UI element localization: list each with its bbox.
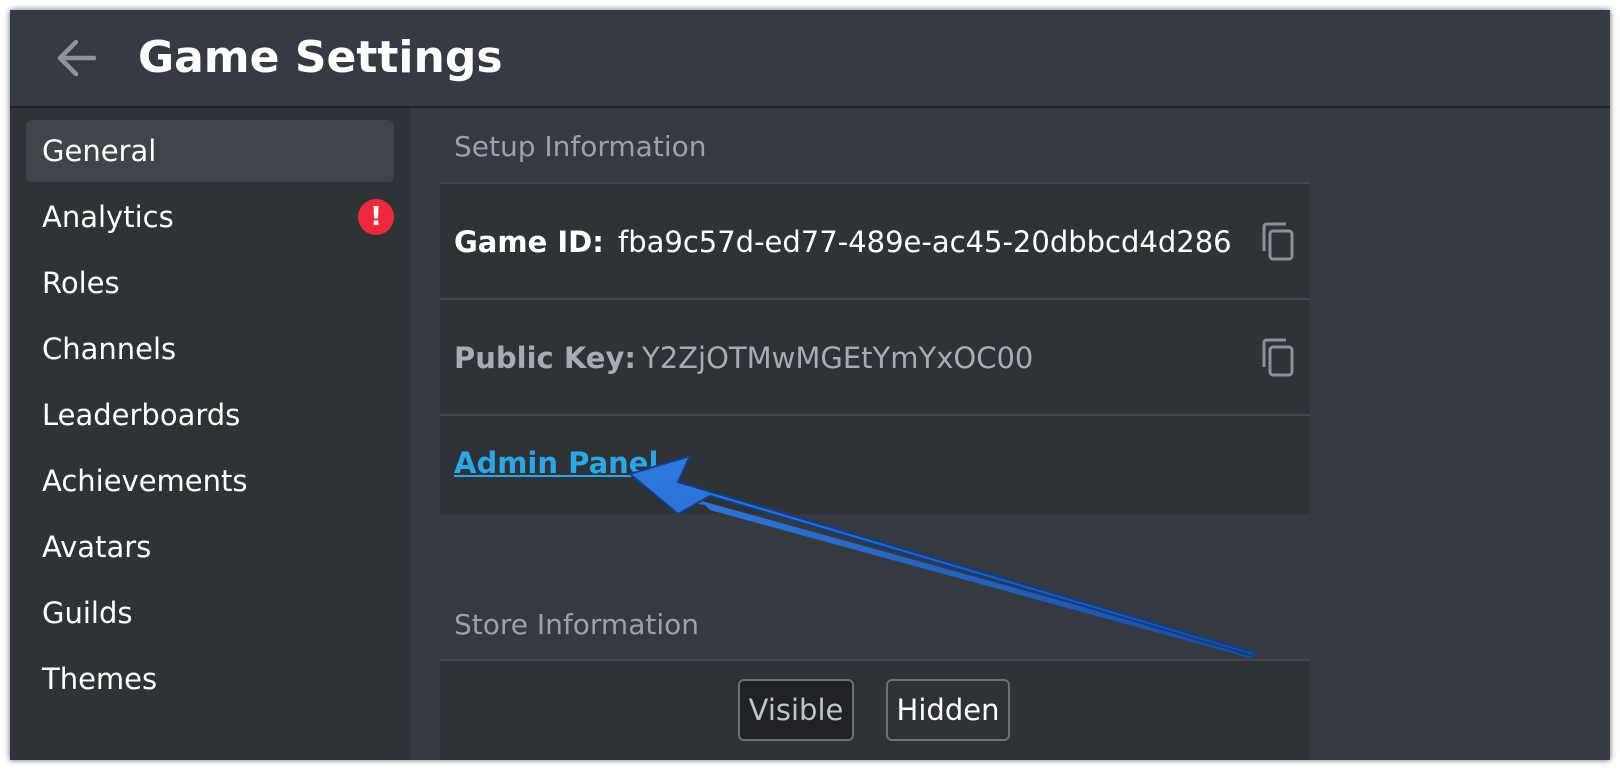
copy-public-key-button[interactable]: [1258, 337, 1298, 379]
page-title: Game Settings: [138, 32, 503, 83]
settings-content: Setup Information Game ID: fba9c57d-ed77…: [410, 108, 1610, 760]
setup-section-title: Setup Information: [454, 130, 707, 163]
sidebar-item-label: Avatars: [42, 530, 152, 564]
back-button[interactable]: [50, 32, 102, 84]
game-id-value: fba9c57d-ed77-489e-ac45-20dbbcd4d286: [618, 225, 1232, 259]
sidebar-item-label: Themes: [42, 662, 158, 696]
game-id-row: Game ID: fba9c57d-ed77-489e-ac45-20dbbcd…: [440, 184, 1310, 298]
sidebar-item-label: Channels: [42, 332, 177, 366]
public-key-label: Public Key:: [454, 341, 636, 375]
alert-badge-text: !: [370, 202, 382, 232]
sidebar-item-label: Roles: [42, 266, 120, 300]
admin-panel-link[interactable]: Admin Panel: [454, 446, 658, 480]
store-section-title: Store Information: [454, 608, 699, 641]
sidebar-item-achievements[interactable]: Achievements: [26, 450, 394, 512]
sidebar-item-analytics[interactable]: Analytics !: [26, 186, 394, 248]
admin-panel-row: Admin Panel: [440, 416, 1310, 514]
sidebar-item-label: General: [42, 134, 157, 168]
copy-icon: [1262, 338, 1294, 377]
sidebar-item-leaderboards[interactable]: Leaderboards: [26, 384, 394, 446]
copy-game-id-button[interactable]: [1258, 221, 1298, 263]
game-id-label: Game ID:: [454, 225, 604, 259]
hidden-button[interactable]: Hidden: [886, 679, 1010, 741]
alert-icon: !: [358, 199, 394, 235]
sidebar-item-label: Leaderboards: [42, 398, 241, 432]
sidebar-item-label: Guilds: [42, 596, 133, 630]
sidebar-item-label: Analytics: [42, 200, 174, 234]
sidebar-item-label: Achievements: [42, 464, 248, 498]
visible-button[interactable]: Visible: [738, 679, 854, 741]
sidebar-item-channels[interactable]: Channels: [26, 318, 394, 380]
public-key-row: Public Key: Y2ZjOTMwMGEtYmYxOC00: [440, 300, 1310, 414]
sidebar-item-avatars[interactable]: Avatars: [26, 516, 394, 578]
store-visibility-row: Visible Hidden: [440, 661, 1310, 760]
top-bar: Game Settings: [10, 10, 1610, 108]
sidebar-item-roles[interactable]: Roles: [26, 252, 394, 314]
app-window: Game Settings General Analytics ! Roles …: [10, 10, 1610, 760]
copy-icon: [1262, 222, 1294, 261]
sidebar-item-general[interactable]: General: [26, 120, 394, 182]
sidebar-item-guilds[interactable]: Guilds: [26, 582, 394, 644]
sidebar-item-themes[interactable]: Themes: [26, 648, 394, 710]
settings-sidebar: General Analytics ! Roles Channels Leade…: [10, 108, 410, 760]
public-key-value: Y2ZjOTMwMGEtYmYxOC00: [642, 341, 1034, 375]
arrow-left-icon: [57, 39, 97, 77]
